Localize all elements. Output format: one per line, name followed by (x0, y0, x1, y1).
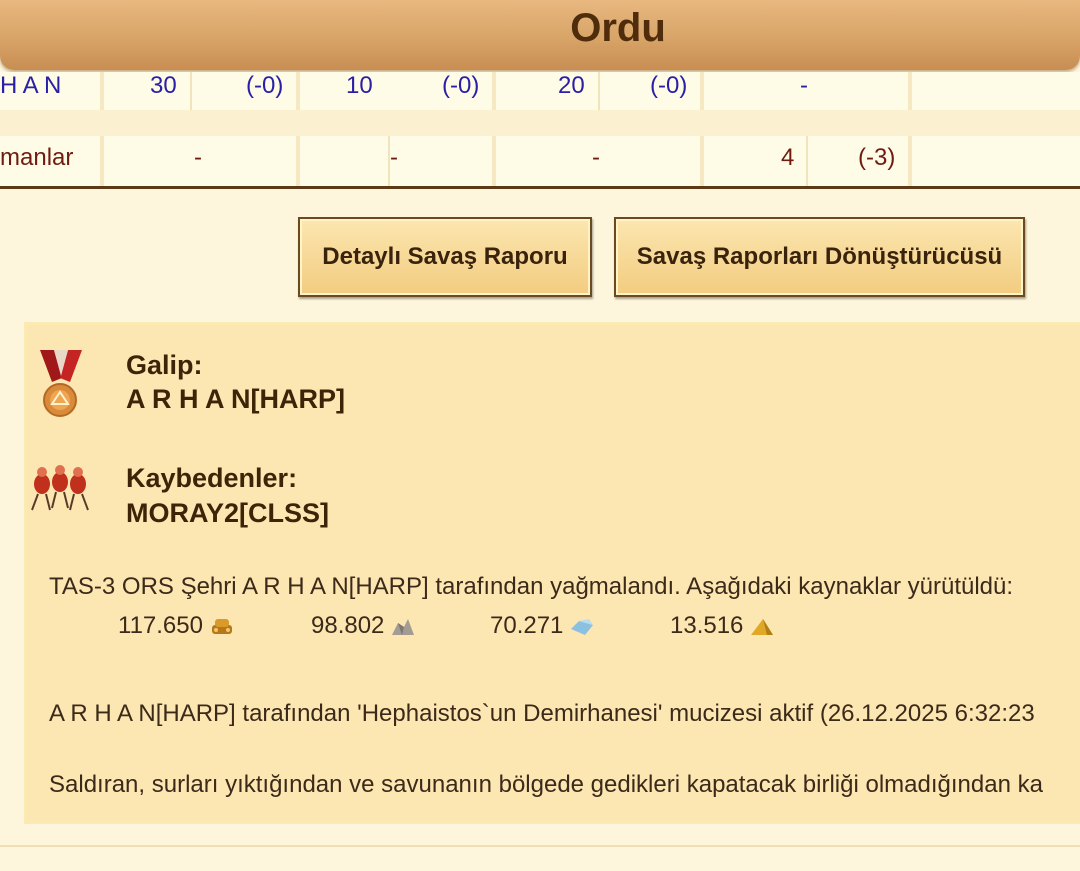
resource-value: 117.650 (118, 612, 203, 639)
medal-icon (40, 350, 82, 417)
resource-stone: 98.802 (311, 612, 416, 640)
resource-value: 70.271 (490, 612, 564, 639)
cell-value: 30 (150, 72, 177, 99)
cell-loss: (-0) (442, 72, 480, 99)
plunder-text: TAS-3 ORS Şehri A R H A N[HARP] tarafınd… (49, 573, 1014, 600)
cell-loss: (-3) (858, 144, 896, 171)
table-row: H A N 30 (-0) 10 (-0) 20 (-0) - (0, 72, 1080, 110)
losers-name[interactable]: MORAY2[CLSS] (126, 498, 329, 529)
gold-icon (751, 619, 774, 635)
row-separator (0, 110, 1080, 136)
cell-value: 10 (346, 72, 373, 99)
resource-gold: 13.516 (670, 612, 775, 640)
winner-name[interactable]: A R H A N[HARP] (126, 384, 345, 415)
cell-value: 20 (558, 72, 585, 99)
losers-label: Kaybedenler: (126, 463, 298, 493)
cell-value: 4 (781, 144, 795, 171)
iron-icon (571, 619, 594, 635)
window-header: Ordu (0, 0, 1080, 70)
page-title: Ordu (570, 6, 666, 50)
divider (0, 845, 1080, 847)
battle-report-converter-button[interactable]: Savaş Raporları Dönüştürücüsü (614, 217, 1025, 297)
wonder-active-text: A R H A N[HARP] tarafından 'Hephaistos`u… (49, 700, 1035, 727)
resource-iron: 70.271 (490, 612, 595, 640)
stone-icon (392, 619, 415, 635)
table-row: manlar - - - 4 (-3) (0, 136, 1080, 189)
winner-label: Galip: (126, 350, 203, 380)
cell-value: - (592, 144, 600, 171)
row-player-name: H A N (0, 72, 62, 99)
detailed-battle-report-button[interactable]: Detaylı Savaş Raporu (298, 217, 592, 297)
cell-value: - (800, 72, 808, 99)
cell-value: - (194, 144, 202, 171)
row-player-name: manlar (0, 144, 74, 171)
defeated-soldiers-icon (31, 465, 89, 511)
cell-value: - (390, 144, 398, 171)
walls-destroyed-text: Saldıran, surları yıktığından ve savunan… (49, 771, 1043, 798)
resource-value: 98.802 (311, 612, 385, 639)
resource-value: 13.516 (670, 612, 744, 639)
cell-loss: (-0) (650, 72, 688, 99)
resource-wood: 117.650 (118, 612, 235, 640)
cell-loss: (-0) (246, 72, 284, 99)
wood-icon (211, 619, 232, 634)
